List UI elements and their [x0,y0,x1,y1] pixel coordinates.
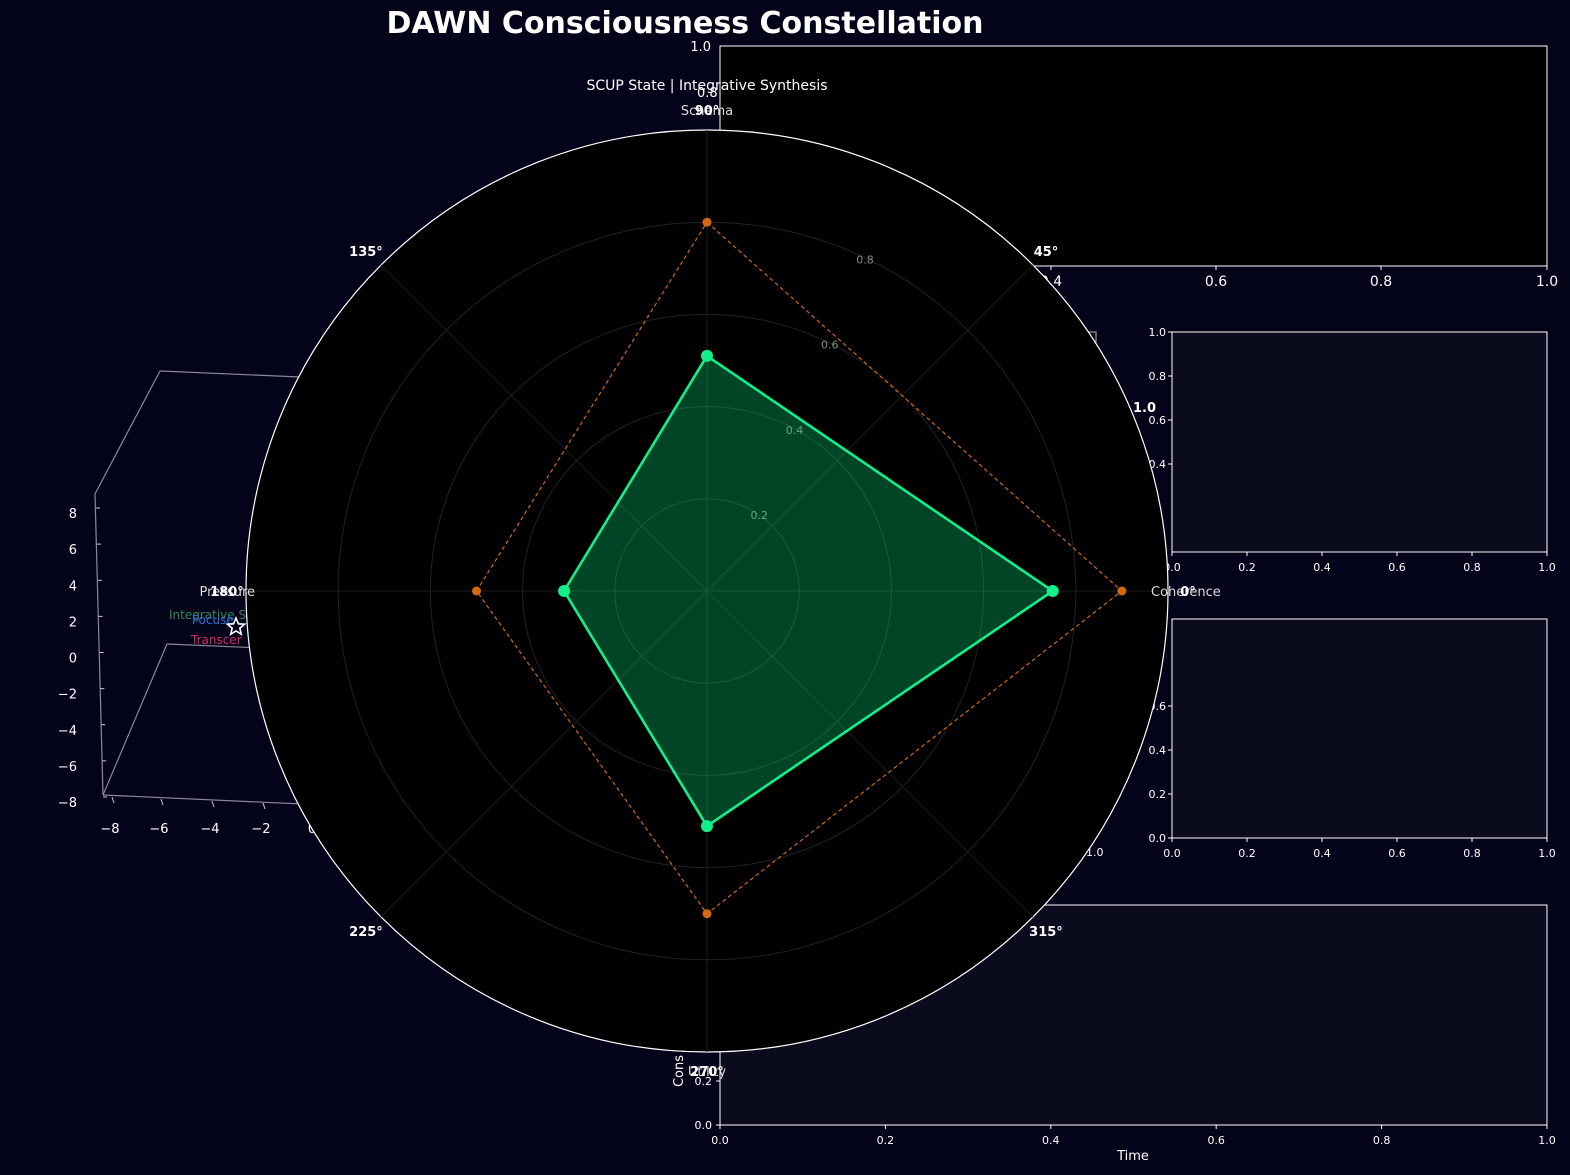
angle-tick-label: 315° [1029,925,1063,940]
right-panel-a-frame [1171,331,1548,553]
pa-ytick-label: 0.8 [1149,370,1167,383]
tr-xtick-label: 0.8 [1370,274,1392,290]
pa-ytick-label: 1.0 [1149,326,1167,339]
pb-ytick-label: 0.0 [1149,832,1167,845]
top-right-ytick: 1.0 [690,40,711,55]
pa-xtick-label: 0.4 [1313,561,1331,574]
angle-tick-label: 270° [690,1065,724,1080]
z-tick-label: 8 [69,507,77,522]
radial-tick-label: 0.6 [821,339,839,352]
target-point [702,217,712,227]
pb-xtick-label: 0.6 [1388,847,1406,860]
bt-xtick-label: 0.6 [1207,1134,1225,1147]
target-point [472,586,481,596]
z-tick-label: 2 [69,615,77,630]
pa-xtick-label: 0.6 [1388,561,1406,574]
target-point [1117,586,1127,596]
bt-xtick-label: 0.2 [877,1134,895,1147]
current-point [558,585,571,597]
legend-transcendent: Transcer [190,633,242,647]
angle-tick-label: 45° [1034,245,1059,260]
current-point [1046,585,1059,597]
pb-ytick-label: 0.4 [1149,744,1167,757]
z-tick-label: −8 [58,796,77,811]
current-point [701,349,713,362]
current-point [701,820,713,833]
angle-tick-label: 180° [210,585,244,600]
angle-tick-label: 225° [349,925,383,940]
pb-xtick-label: 1.0 [1538,847,1556,860]
x3-tick-label: −6 [149,822,168,837]
pb-ytick-label: 0.2 [1149,788,1167,801]
pa-xtick-label: 1.0 [1538,561,1556,574]
bt-xtick-label: 0.8 [1373,1134,1391,1147]
pb-xtick-label: 0.8 [1463,847,1481,860]
target-point [702,909,712,919]
z-tick-label: −2 [58,688,77,703]
radial-tick-label: 0.8 [856,254,874,267]
pb-xtick-label: 0.4 [1313,847,1331,860]
page-title: DAWN Consciousness Constellation [387,6,984,41]
bt-xtick-label: 0.4 [1042,1134,1060,1147]
z-tick-label: −4 [58,724,77,739]
radar-title: SCUP State | Integrative Synthesis [586,78,827,94]
angle-tick-label: 90° [695,104,720,119]
dashboard-canvas: 86420−2−4−6−8 −8−6−4−20 Integrative S Fo… [0,0,1570,1175]
angle-tick-label: 135° [349,245,383,260]
pa-xtick-label: 0.2 [1238,561,1256,574]
z-tick-label: 6 [69,543,77,558]
bt-xtick-label: 0.0 [711,1134,729,1147]
pb-xtick-label: 0.0 [1163,847,1181,860]
bt-ytick-label: 0.0 [695,1119,713,1132]
panel-a-peek-label: 1.0 [1133,401,1156,416]
z-tick-label: 4 [69,579,77,594]
z-tick-label: −6 [58,760,77,775]
right-panel-b-frame [1171,618,1548,839]
pb-xtick-label: 0.2 [1238,847,1256,860]
angle-tick-label: 0° [1180,585,1196,600]
x3-tick-label: −8 [100,822,119,837]
timeline-ylabel: Cons [672,1055,687,1087]
timeline-xlabel: Time [1116,1149,1149,1164]
z-tick-label: 0 [69,652,77,667]
bt-xtick-label: 1.0 [1538,1134,1556,1147]
tr-xtick-label: 0.6 [1205,274,1227,290]
x3-tick-label: −2 [251,822,270,837]
x3-tick-label: −4 [200,822,219,837]
pa-xtick-label: 0.8 [1463,561,1481,574]
tr-xtick-label: 1.0 [1536,274,1558,290]
